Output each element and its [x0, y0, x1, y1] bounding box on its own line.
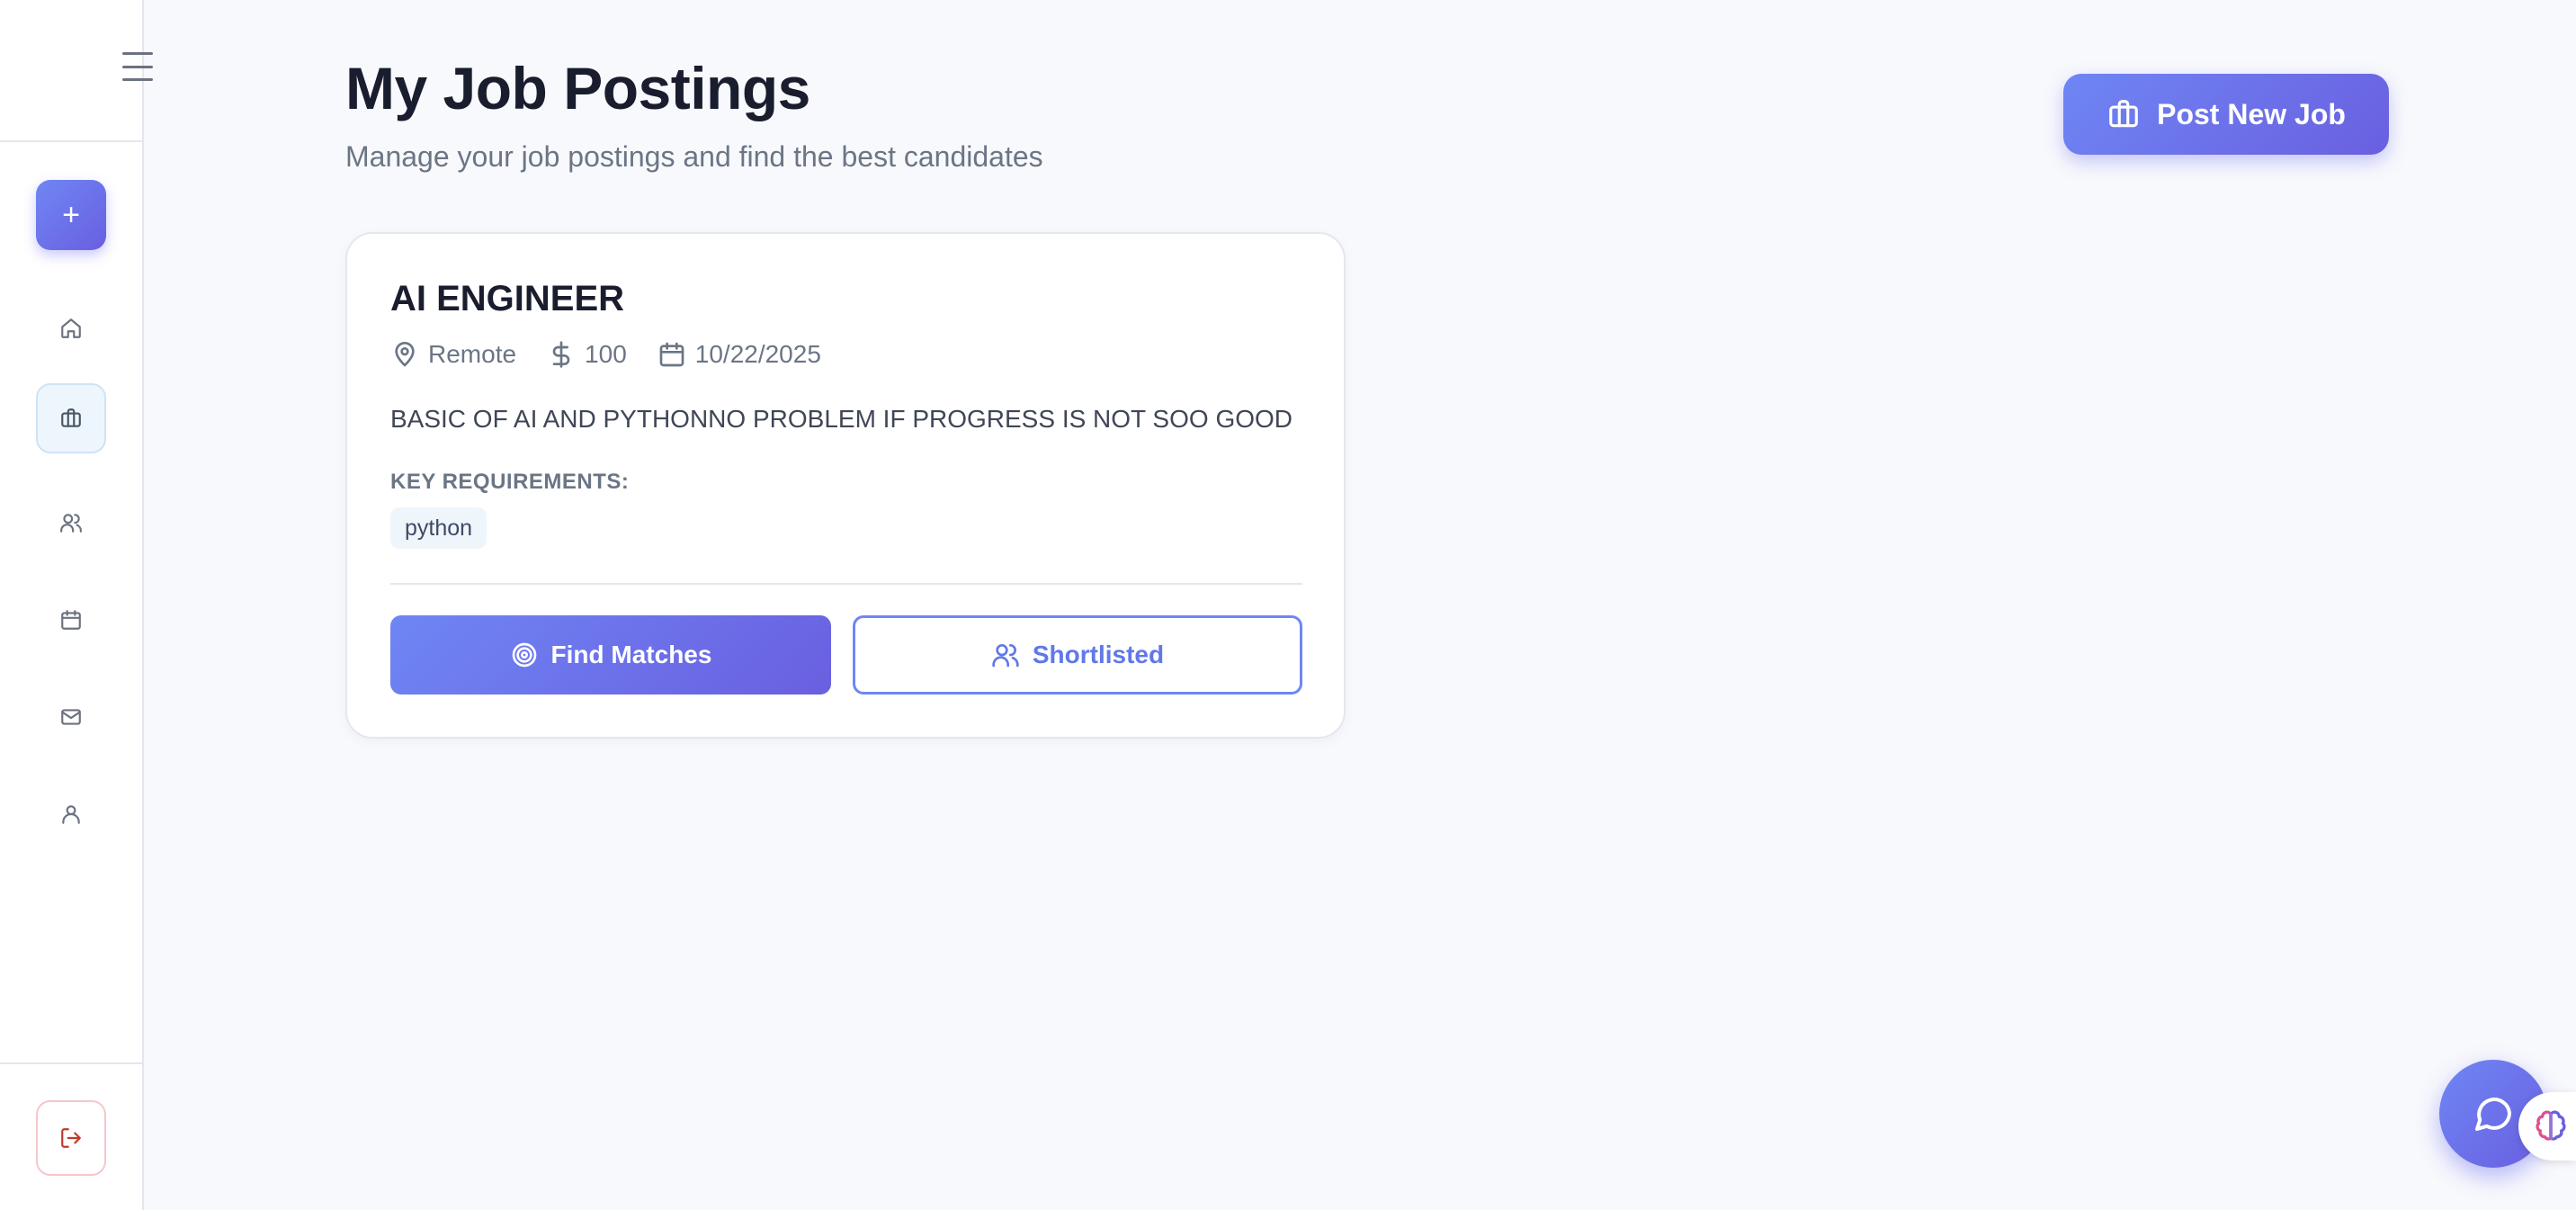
job-description: BASIC OF AI AND PYTHONNO PROBLEM IF PROG… [390, 405, 1292, 433]
add-new-button[interactable]: + [36, 180, 106, 250]
shortlisted-button[interactable]: Shortlisted [853, 615, 1302, 695]
post-new-job-button[interactable]: Post New Job [2063, 74, 2389, 155]
job-date-text: 10/22/2025 [694, 340, 821, 368]
find-matches-button[interactable]: Find Matches [390, 615, 831, 695]
page-title: My Job Postings [345, 55, 810, 121]
sidebar-item-calendar[interactable] [36, 585, 106, 655]
calendar-icon [61, 610, 81, 630]
sidebar-item-candidates[interactable] [36, 488, 106, 558]
home-icon [61, 318, 81, 338]
requirements-label: KEY REQUIREMENTS: [390, 470, 630, 494]
sidebar: + [0, 0, 153, 1210]
chat-bubble-icon [2475, 1098, 2511, 1131]
target-icon [512, 642, 536, 668]
hamburger-icon [122, 52, 153, 55]
page-subtitle: Manage your job postings and find the be… [345, 140, 1043, 173]
divider [390, 583, 1302, 585]
dollar-icon [552, 341, 570, 368]
users-icon [60, 514, 82, 533]
find-matches-label: Find Matches [550, 641, 712, 668]
user-icon [62, 805, 80, 824]
briefcase-icon [2109, 100, 2138, 128]
users-icon [992, 644, 1019, 668]
job-salary-text: 100 [585, 340, 627, 368]
calendar-icon [659, 342, 684, 367]
sidebar-item-messages[interactable] [36, 682, 106, 752]
sidebar-item-jobs[interactable] [36, 383, 106, 453]
map-pin-icon [395, 342, 415, 367]
job-meta: Remote 100 10/22/2025 [390, 340, 852, 369]
sidebar-item-profile[interactable] [36, 779, 106, 849]
briefcase-icon [61, 408, 81, 427]
job-salary: 100 [547, 340, 627, 369]
sidebar-header [0, 0, 153, 142]
job-location-text: Remote [428, 340, 517, 368]
brain-icon [2536, 1110, 2566, 1141]
shortlisted-label: Shortlisted [1032, 641, 1165, 668]
job-card: AI ENGINEER Remote 100 10/22/2025 BASIC … [345, 232, 1346, 739]
sidebar-footer [0, 1062, 142, 1210]
logout-button[interactable] [36, 1100, 106, 1176]
logout-icon [61, 1128, 81, 1148]
menu-toggle-button[interactable] [122, 52, 158, 81]
post-new-job-label: Post New Job [2157, 97, 2346, 130]
job-location: Remote [390, 340, 516, 369]
sidebar-item-home[interactable] [36, 293, 106, 363]
mail-icon [61, 709, 81, 725]
skill-tag: python [390, 507, 487, 549]
plus-icon: + [62, 197, 80, 232]
job-date: 10/22/2025 [657, 340, 821, 369]
job-title: AI ENGINEER [390, 279, 625, 318]
